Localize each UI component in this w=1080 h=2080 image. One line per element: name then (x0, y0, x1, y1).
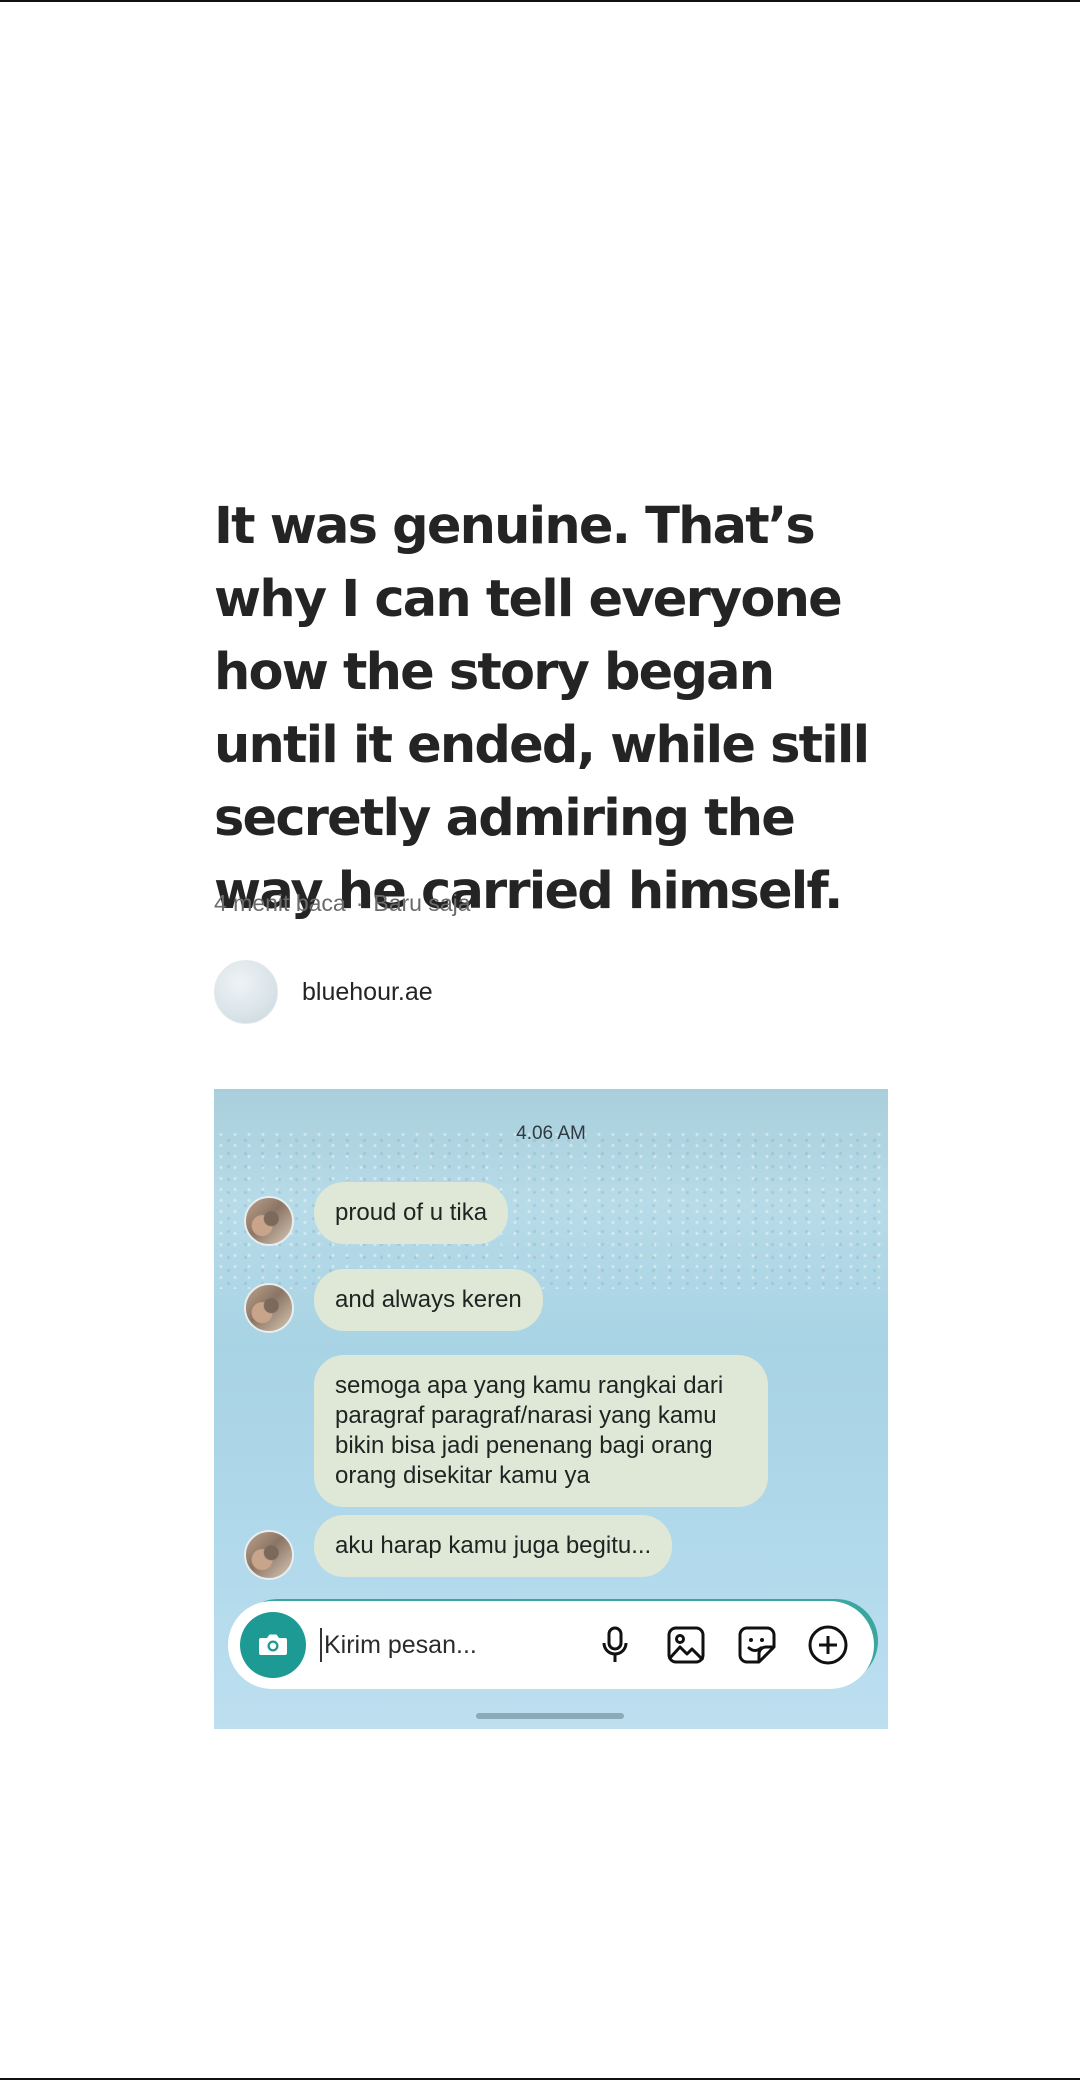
author-row[interactable]: bluehour.ae (214, 960, 433, 1024)
gallery-button[interactable] (664, 1623, 708, 1667)
home-indicator (476, 1713, 624, 1719)
read-time: 4 menit baca (214, 890, 346, 916)
meta-separator: · (355, 890, 364, 916)
sender-avatar (244, 1530, 294, 1580)
message-bubble: and always keren (314, 1269, 543, 1331)
microphone-icon (602, 1626, 628, 1662)
message-bubble: proud of u tika (314, 1182, 509, 1244)
author-avatar[interactable] (214, 960, 278, 1024)
published-time: Baru saja (373, 890, 471, 916)
add-icon (808, 1625, 848, 1665)
chat-screenshot-image: 4.06 AM proud of u tika and always keren… (214, 1089, 888, 1729)
sender-avatar (244, 1196, 294, 1246)
message-bubble: aku harap kamu juga begitu... (314, 1515, 673, 1577)
gallery-icon (667, 1626, 705, 1664)
composer-actions (593, 1623, 862, 1667)
message-composer (228, 1601, 874, 1689)
message-input[interactable] (320, 1628, 576, 1662)
sticker-button[interactable] (735, 1623, 779, 1667)
article-header: It was genuine. That’s why I can tell ev… (214, 490, 894, 928)
camera-button[interactable] (240, 1612, 306, 1678)
article-title: It was genuine. That’s why I can tell ev… (214, 497, 870, 921)
sticker-icon (738, 1626, 776, 1664)
chat-timestamp: 4.06 AM (516, 1123, 586, 1144)
author-name[interactable]: bluehour.ae (302, 978, 433, 1007)
microphone-button[interactable] (593, 1623, 637, 1667)
message-bubble: semoga apa yang kamu rangkai dari paragr… (314, 1355, 768, 1507)
camera-icon (259, 1634, 287, 1655)
article-meta: 4 menit baca · Baru saja (214, 890, 471, 917)
sender-avatar (244, 1283, 294, 1333)
add-button[interactable] (806, 1623, 850, 1667)
